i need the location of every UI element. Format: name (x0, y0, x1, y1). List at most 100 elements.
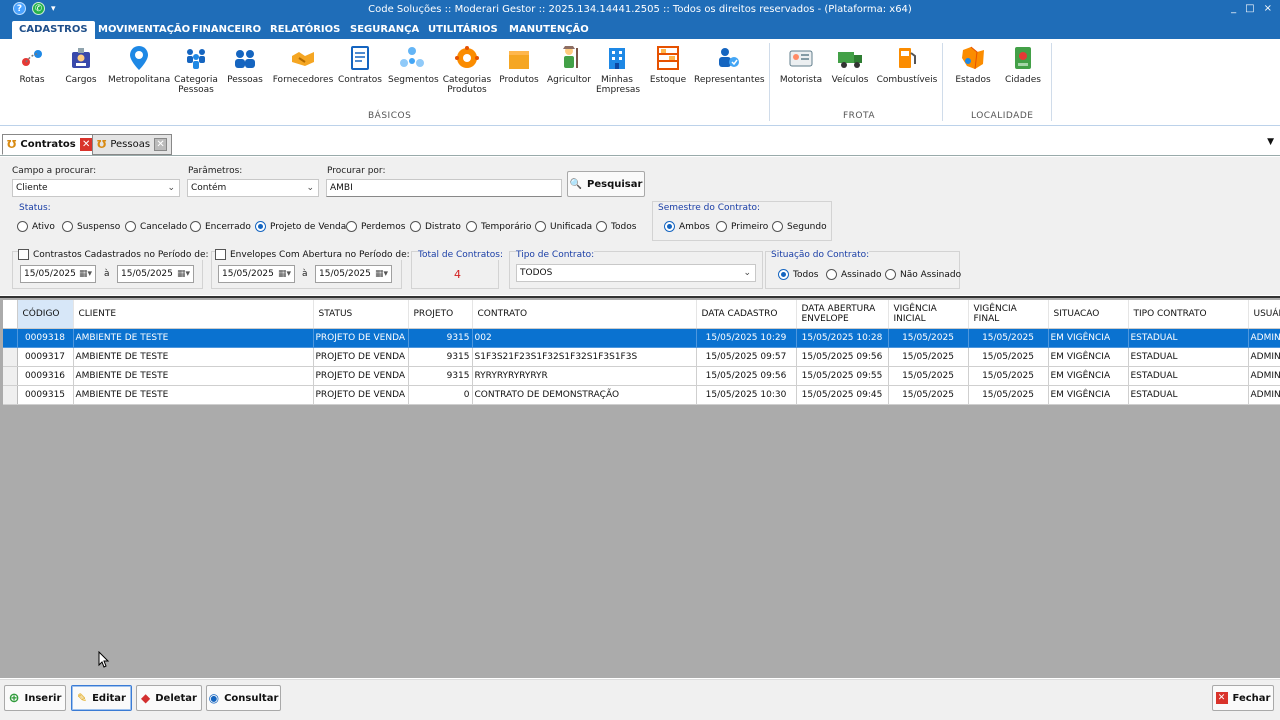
ribbon-label: Contratos (338, 75, 382, 85)
table-row[interactable]: 0009315 AMBIENTE DE TESTE PROJETO DE VENDA… (3, 385, 1280, 405)
calendar-dropdown-icon[interactable]: ▦▾ (79, 266, 92, 282)
column-header[interactable]: STATUS (313, 300, 409, 329)
ribbon-categorias-produtos-button[interactable]: Categorias Produtos (442, 44, 492, 95)
tab-pessoas[interactable]: Ʊ Pessoas ✕ (92, 134, 173, 155)
periodo-cadastro-from-date[interactable]: 15/05/2025 ▦▾ (20, 265, 96, 283)
ribbon-metropolitana-button[interactable]: Metropolitana (108, 44, 170, 85)
menu-cadastros[interactable]: CADASTROS (12, 21, 95, 39)
column-header[interactable]: CÓDIGO (17, 300, 74, 329)
periodo-envelope-checkbox[interactable]: Envelopes Com Abertura no Período de: (215, 249, 412, 260)
ribbon-estoque-button[interactable]: Estoque (648, 44, 688, 85)
campo-select[interactable]: Cliente ⌄ (12, 179, 180, 197)
editar-button[interactable]: ✎ Editar (71, 685, 132, 711)
semestre-ambos-radio[interactable]: Ambos (664, 221, 710, 232)
ribbon-produtos-button[interactable]: Produtos (498, 44, 540, 85)
tab-contratos[interactable]: Ʊ Contratos ✕ (2, 134, 98, 155)
menu-utilitarios[interactable]: UTILITÁRIOS (421, 21, 505, 39)
row-indicator[interactable] (3, 366, 18, 386)
ribbon-representantes-button[interactable]: Representantes (694, 44, 765, 85)
fechar-button[interactable]: ✕ Fechar (1212, 685, 1274, 711)
status-cancelado-radio[interactable]: Cancelado (125, 221, 187, 232)
periodo-cadastro-checkbox[interactable]: Contrastos Cadastrados no Período de: (18, 249, 211, 260)
ribbon-agricultor-button[interactable]: Agricultor (546, 44, 592, 85)
situacao-nao-assinado-radio[interactable]: Não Assinado (885, 269, 961, 280)
calendar-dropdown-icon[interactable]: ▦▾ (278, 266, 291, 282)
semestre-primeiro-radio[interactable]: Primeiro (716, 221, 768, 232)
status-ativo-radio[interactable]: Ativo (17, 221, 55, 232)
search-icon: 🔍 (569, 178, 583, 190)
inserir-button[interactable]: ⊕ Inserir (4, 685, 66, 711)
column-header[interactable]: USUÁRIO (1248, 300, 1280, 329)
ribbon-motorista-button[interactable]: Motorista (778, 44, 824, 85)
close-window-button[interactable]: × (1264, 3, 1272, 14)
ribbon-contratos-button[interactable]: Contratos (338, 44, 382, 85)
table-cell: ADMIN (1248, 347, 1280, 367)
maximize-button[interactable]: □ (1245, 3, 1254, 14)
periodo-envelope-to-date[interactable]: 15/05/2025 ▦▾ (315, 265, 392, 283)
periodo-envelope-from-date[interactable]: 15/05/2025 ▦▾ (218, 265, 295, 283)
close-tab-icon[interactable]: ✕ (79, 138, 93, 151)
column-header[interactable]: VIGÊNCIA FINAL (968, 300, 1049, 329)
table-cell: 0009315 (17, 385, 74, 405)
menu-manutencao[interactable]: MANUTENÇÃO (502, 21, 596, 39)
radio-dot (410, 221, 421, 232)
consultar-button[interactable]: ◉ Consultar (206, 685, 281, 711)
row-indicator[interactable] (3, 347, 18, 367)
ribbon-cargos-button[interactable]: Cargos (62, 44, 100, 85)
ribbon-veiculos-button[interactable]: Veículos (830, 44, 870, 85)
column-header[interactable]: DATA ABERTURA ENVELOPE (796, 300, 889, 329)
table-row[interactable]: 0009318 AMBIENTE DE TESTE PROJETO DE VENDA… (3, 328, 1280, 348)
column-header[interactable]: SITUACAO (1048, 300, 1129, 329)
tipo-contrato-select[interactable]: TODOS ⌄ (516, 264, 756, 282)
table-row[interactable]: 0009317 AMBIENTE DE TESTE PROJETO DE VENDA… (3, 347, 1280, 367)
close-tab-icon[interactable]: ✕ (154, 138, 168, 151)
table-cell: 15/05/2025 10:30 (696, 385, 797, 405)
ribbon-estados-button[interactable]: Estados (954, 44, 992, 85)
column-header[interactable]: CLIENTE (73, 300, 314, 329)
status-todos-radio[interactable]: Todos (596, 221, 636, 232)
situacao-assinado-radio[interactable]: Assinado (826, 269, 881, 280)
row-indicator[interactable] (3, 328, 18, 348)
ribbon-rotas-button[interactable]: Rotas (14, 44, 50, 85)
column-header[interactable]: DATA CADASTRO (696, 300, 797, 329)
ribbon-label: Produtos (499, 75, 539, 85)
status-unificada-radio[interactable]: Unificada (535, 221, 592, 232)
ribbon-minhas-empresas-button[interactable]: Minhas Empresas (596, 44, 640, 95)
tab-list-dropdown-icon[interactable]: ▼ (1267, 137, 1274, 147)
status-perdemos-radio[interactable]: Perdemos (346, 221, 405, 232)
status-projeto-de-venda-radio[interactable]: Projeto de Venda (255, 221, 346, 232)
deletar-button[interactable]: ◆ Deletar (136, 685, 202, 711)
status-encerrado-radio[interactable]: Encerrado (190, 221, 251, 232)
situacao-todos-radio[interactable]: Todos (778, 269, 818, 280)
calendar-dropdown-icon[interactable]: ▦▾ (177, 266, 190, 282)
status-temporario-radio[interactable]: Temporário (466, 221, 531, 232)
row-indicator[interactable] (3, 385, 18, 405)
contracts-grid-area: CÓDIGO CLIENTE STATUS PROJETO CONTRATO D… (0, 296, 1280, 678)
id-badge-icon (67, 44, 95, 72)
radio-dot (62, 221, 73, 232)
menu-movimentacao[interactable]: MOVIMENTAÇÃO (91, 21, 197, 39)
menu-seguranca[interactable]: SEGURANÇA (343, 21, 426, 39)
ribbon-fornecedores-button[interactable]: Fornecedores (272, 44, 334, 85)
menu-relatorios[interactable]: RELATÓRIOS (263, 21, 347, 39)
ribbon-cidades-button[interactable]: Cidades (1004, 44, 1042, 85)
column-header[interactable]: TIPO CONTRATO (1128, 300, 1249, 329)
semestre-segundo-radio[interactable]: Segundo (772, 221, 827, 232)
ribbon-combustiveis-button[interactable]: Combustíveis (876, 44, 938, 85)
menu-financeiro[interactable]: FINANCEIRO (185, 21, 268, 39)
ribbon-segmentos-button[interactable]: Segmentos (388, 44, 439, 85)
calendar-dropdown-icon[interactable]: ▦▾ (375, 266, 388, 282)
procurar-input[interactable]: AMBI (326, 179, 562, 197)
column-header[interactable]: VIGÊNCIA INICIAL (888, 300, 969, 329)
table-row[interactable]: 0009316 AMBIENTE DE TESTE PROJETO DE VENDA… (3, 366, 1280, 386)
parametros-select[interactable]: Contém ⌄ (187, 179, 319, 197)
ribbon-pessoas-button[interactable]: Pessoas (226, 44, 264, 85)
pesquisar-button[interactable]: 🔍 Pesquisar (567, 171, 645, 197)
minimize-button[interactable]: _ (1231, 3, 1236, 14)
periodo-cadastro-to-date[interactable]: 15/05/2025 ▦▾ (117, 265, 194, 283)
status-suspenso-radio[interactable]: Suspenso (62, 221, 120, 232)
ribbon-categoria-pessoas-button[interactable]: Categoria Pessoas (174, 44, 218, 95)
column-header[interactable]: PROJETO (408, 300, 473, 329)
status-distrato-radio[interactable]: Distrato (410, 221, 461, 232)
column-header[interactable]: CONTRATO (472, 300, 697, 329)
